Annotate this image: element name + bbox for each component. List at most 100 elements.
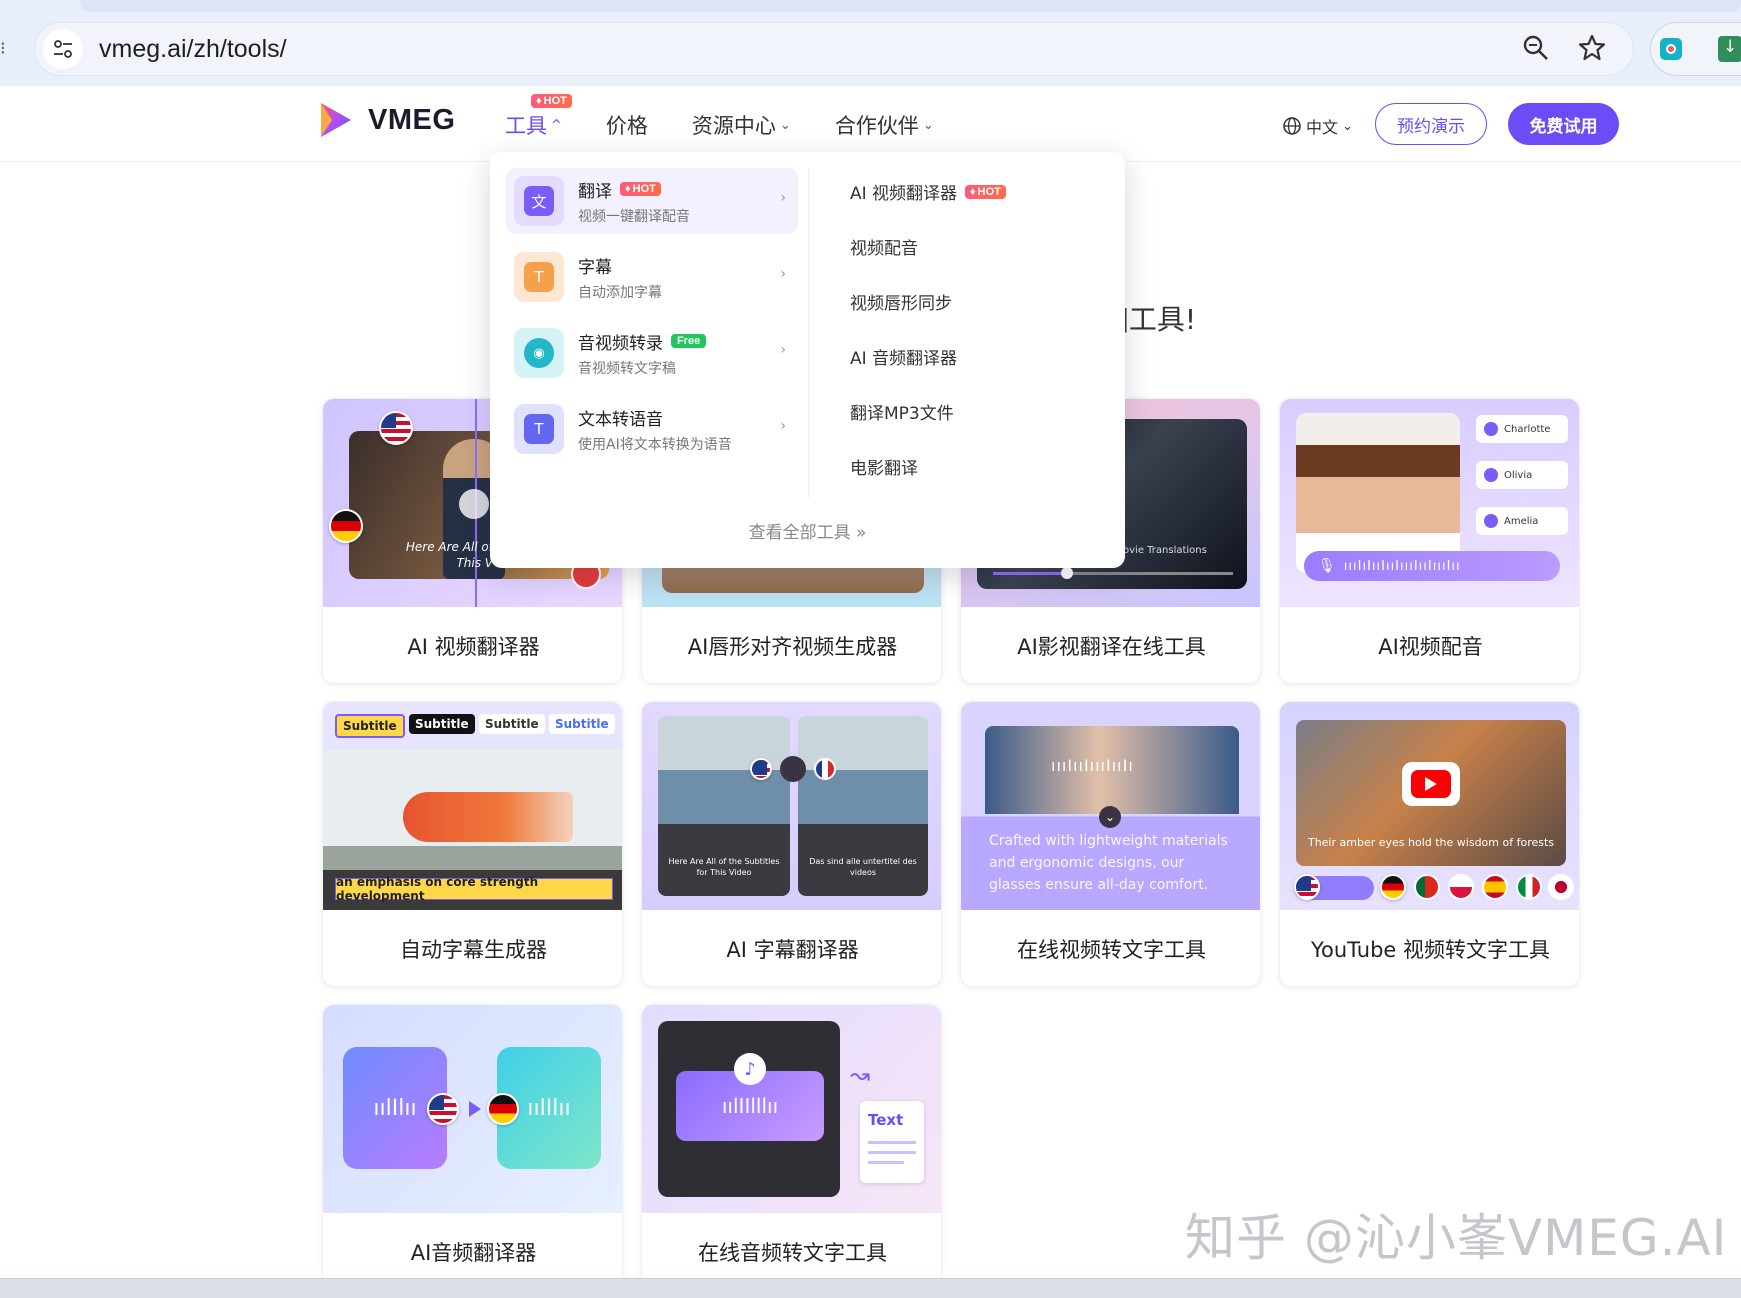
view-all-tools-link[interactable]: 查看全部工具 » xyxy=(490,518,1125,543)
waveform-icon: ıılIlıı xyxy=(373,1095,417,1121)
transcript-text: Crafted with lightweight materials and e… xyxy=(989,833,1228,893)
hot-badge: ♦ HOT xyxy=(965,184,1006,199)
card-title: YouTube 视频转文字工具 xyxy=(1310,938,1551,962)
nav-tools[interactable]: ♦ HOT 工具 ^ xyxy=(505,94,572,140)
tool-card-video-to-text[interactable]: ıııIııIıııIııIı ⌄ Crafted with lightweig… xyxy=(960,701,1261,987)
card-title: AI唇形对齐视频生成器 xyxy=(687,635,898,659)
nav-resources[interactable]: 资源中心 ⌄ xyxy=(692,110,791,140)
chevron-down-icon: ⌄ xyxy=(1342,118,1353,134)
card-title: AI视频配音 xyxy=(1378,635,1483,659)
flame-icon: ♦ xyxy=(970,185,976,198)
hot-badge: ♦ HOT xyxy=(620,182,661,196)
voice-waveform-bar: 🎙 ıııIıIııIııIıııIııIıııIıı xyxy=(1304,551,1560,581)
book-demo-button[interactable]: 预约演示 xyxy=(1375,103,1487,145)
waveform-icon: ıılIlıı xyxy=(527,1095,571,1121)
youtube-play-icon[interactable] xyxy=(1402,762,1460,806)
card-title: 在线视频转文字工具 xyxy=(1017,938,1206,962)
waveform-icon: ıılIIlllıı xyxy=(721,1094,779,1118)
waveform-icon: ıııIıIııIııIıııIııIıııIıı xyxy=(1343,558,1461,574)
dropdown-link-ai-audio-translator[interactable]: AI 音频翻译器 xyxy=(850,344,957,369)
dropdown-link-translate-mp3[interactable]: 翻译MP3文件 xyxy=(850,399,954,424)
main-nav: ♦ HOT 工具 ^ 价格 资源中心 ⌄ 合作伙伴 ⌄ xyxy=(505,94,978,140)
dropdown-item-subtitle: 自动添加字幕 xyxy=(578,284,662,301)
free-trial-button[interactable]: 免费试用 xyxy=(1508,103,1619,145)
tools-dropdown: 文 翻译 ♦ HOT 视频一键翻译配音 › T 字幕 自动添加字幕 › ◉ 音视频… xyxy=(490,152,1125,568)
voice-option[interactable]: Charlotte xyxy=(1476,415,1568,443)
dropdown-item-subtitle[interactable]: T 字幕 自动添加字幕 › xyxy=(506,244,798,310)
dropdown-link-ai-video-translator[interactable]: AI 视频翻译器 ♦ HOT xyxy=(850,179,1006,204)
subtitle-style-chip[interactable]: Subtitle xyxy=(335,714,405,738)
language-selector[interactable]: 中文 ⌄ xyxy=(1282,114,1353,138)
athlete-figure xyxy=(403,792,573,842)
dropdown-item-translate[interactable]: 文 翻译 ♦ HOT 视频一键翻译配音 › xyxy=(506,168,798,234)
url-text[interactable]: vmeg.ai/zh/tools/ xyxy=(99,35,287,64)
subtitle-style-chip[interactable]: Subtitle xyxy=(409,714,475,734)
translate-swap-icon xyxy=(780,756,806,782)
nav-pricing[interactable]: 价格 xyxy=(606,110,648,140)
vmeg-logo[interactable]: VMEG xyxy=(318,100,455,140)
chevron-down-icon[interactable]: ⌄ xyxy=(1099,806,1121,828)
document-label: Text xyxy=(868,1111,904,1129)
tool-card-ai-subtitle-translator[interactable]: Here Are All of the Subtitles for This V… xyxy=(641,701,942,987)
play-icon xyxy=(1484,468,1498,482)
german-flag-icon xyxy=(329,509,363,543)
voice-option[interactable]: Olivia xyxy=(1476,461,1568,489)
arrow-right-icon xyxy=(469,1101,481,1117)
transcribe-icon: ◉ xyxy=(514,328,564,378)
tool-card-youtube-to-text[interactable]: Their amber eyes hold the wisdom of fore… xyxy=(1279,701,1580,987)
tool-card-audio-to-text[interactable]: ıılIIlllıı ♪ ↝ Text 在线音频转文字工具 xyxy=(641,1004,942,1290)
dropdown-link-movie-translation[interactable]: 电影翻译 xyxy=(850,454,918,479)
card-thumbnail: Here Are All of the Subtitles for This V… xyxy=(642,702,941,910)
screen-record-extension-icon[interactable] xyxy=(1660,38,1682,60)
hot-badge: ♦ HOT xyxy=(531,94,572,108)
music-note-icon: ♪ xyxy=(734,1053,766,1085)
us-flag-icon xyxy=(379,411,413,445)
play-handle-icon[interactable] xyxy=(459,489,489,519)
japan-flag-icon[interactable] xyxy=(1548,874,1574,900)
subtitle-style-chip[interactable]: Subtitle xyxy=(549,714,615,734)
us-flag-icon[interactable] xyxy=(1294,874,1320,900)
dropdown-item-title: 文本转语音 xyxy=(578,409,663,430)
microphone-icon: 🎙 xyxy=(1318,558,1336,574)
dropdown-link-label: AI 视频翻译器 xyxy=(850,184,958,204)
zoom-search-icon[interactable] xyxy=(1521,33,1551,63)
italy-flag-icon[interactable] xyxy=(1516,874,1542,900)
tool-card-auto-subtitle-generator[interactable]: Subtitle Subtitle Subtitle Subtitle an e… xyxy=(322,701,623,987)
tool-card-ai-audio-translator[interactable]: ıılIlıı ıılIlıı AI音频翻译器 xyxy=(322,1004,623,1290)
download-extension-icon[interactable] xyxy=(1718,36,1741,62)
voice-option[interactable]: Amelia xyxy=(1476,507,1568,535)
dropdown-item-transcribe[interactable]: ◉ 音视频转录 Free 音视频转文字稿 › xyxy=(506,320,798,386)
nav-tools-label: 工具 xyxy=(505,114,547,138)
caption-left: Here Are All of the Subtitles for This V… xyxy=(668,857,780,877)
flame-icon: ♦ xyxy=(625,183,631,195)
nav-partners-label: 合作伙伴 xyxy=(834,114,919,138)
progress-knob[interactable] xyxy=(1061,567,1073,579)
portrait-photo xyxy=(1296,413,1460,573)
left-edge-menu-icon[interactable]: ⁝ xyxy=(0,38,6,59)
translate-icon: 文 xyxy=(514,176,564,226)
card-thumbnail: Charlotte Olivia Amelia 🎙 ıııIıIııIııIıı… xyxy=(1280,399,1579,607)
dropdown-item-tts[interactable]: T 文本转语音 使用AI将文本转换为语音 › xyxy=(506,396,798,462)
site-info-icon[interactable] xyxy=(43,29,83,69)
zhihu-watermark: 知乎 @沁小峯VMEG.AI xyxy=(1185,1209,1728,1267)
address-bar[interactable]: vmeg.ai/zh/tools/ xyxy=(34,22,1634,76)
us-flag-icon xyxy=(427,1093,459,1125)
dropdown-link-lip-sync[interactable]: 视频唇形同步 xyxy=(850,289,952,314)
german-flag-icon[interactable] xyxy=(1380,874,1406,900)
dropdown-link-video-dubbing[interactable]: 视频配音 xyxy=(850,234,918,259)
poland-flag-icon[interactable] xyxy=(1448,874,1474,900)
subtitle-style-chip[interactable]: Subtitle xyxy=(479,714,545,734)
waveform-icon: ıııIııIıııIııIı xyxy=(1051,756,1134,775)
card-title: AI影视翻译在线工具 xyxy=(1017,635,1206,659)
portugal-flag-icon[interactable] xyxy=(1414,874,1440,900)
german-flag-icon xyxy=(487,1093,519,1125)
card-title: 自动字幕生成器 xyxy=(400,938,547,962)
chevron-right-icon: › xyxy=(780,418,786,434)
flame-icon: ♦ xyxy=(536,95,542,107)
nav-partners[interactable]: 合作伙伴 ⌄ xyxy=(835,110,934,140)
bookmark-star-icon[interactable] xyxy=(1577,33,1607,63)
globe-icon xyxy=(1283,117,1301,135)
spain-flag-icon[interactable] xyxy=(1482,874,1508,900)
video-caption: ovie Translations xyxy=(1123,545,1207,556)
tool-card-ai-dubbing[interactable]: Charlotte Olivia Amelia 🎙 ıııIıIııIııIıı… xyxy=(1279,398,1580,684)
